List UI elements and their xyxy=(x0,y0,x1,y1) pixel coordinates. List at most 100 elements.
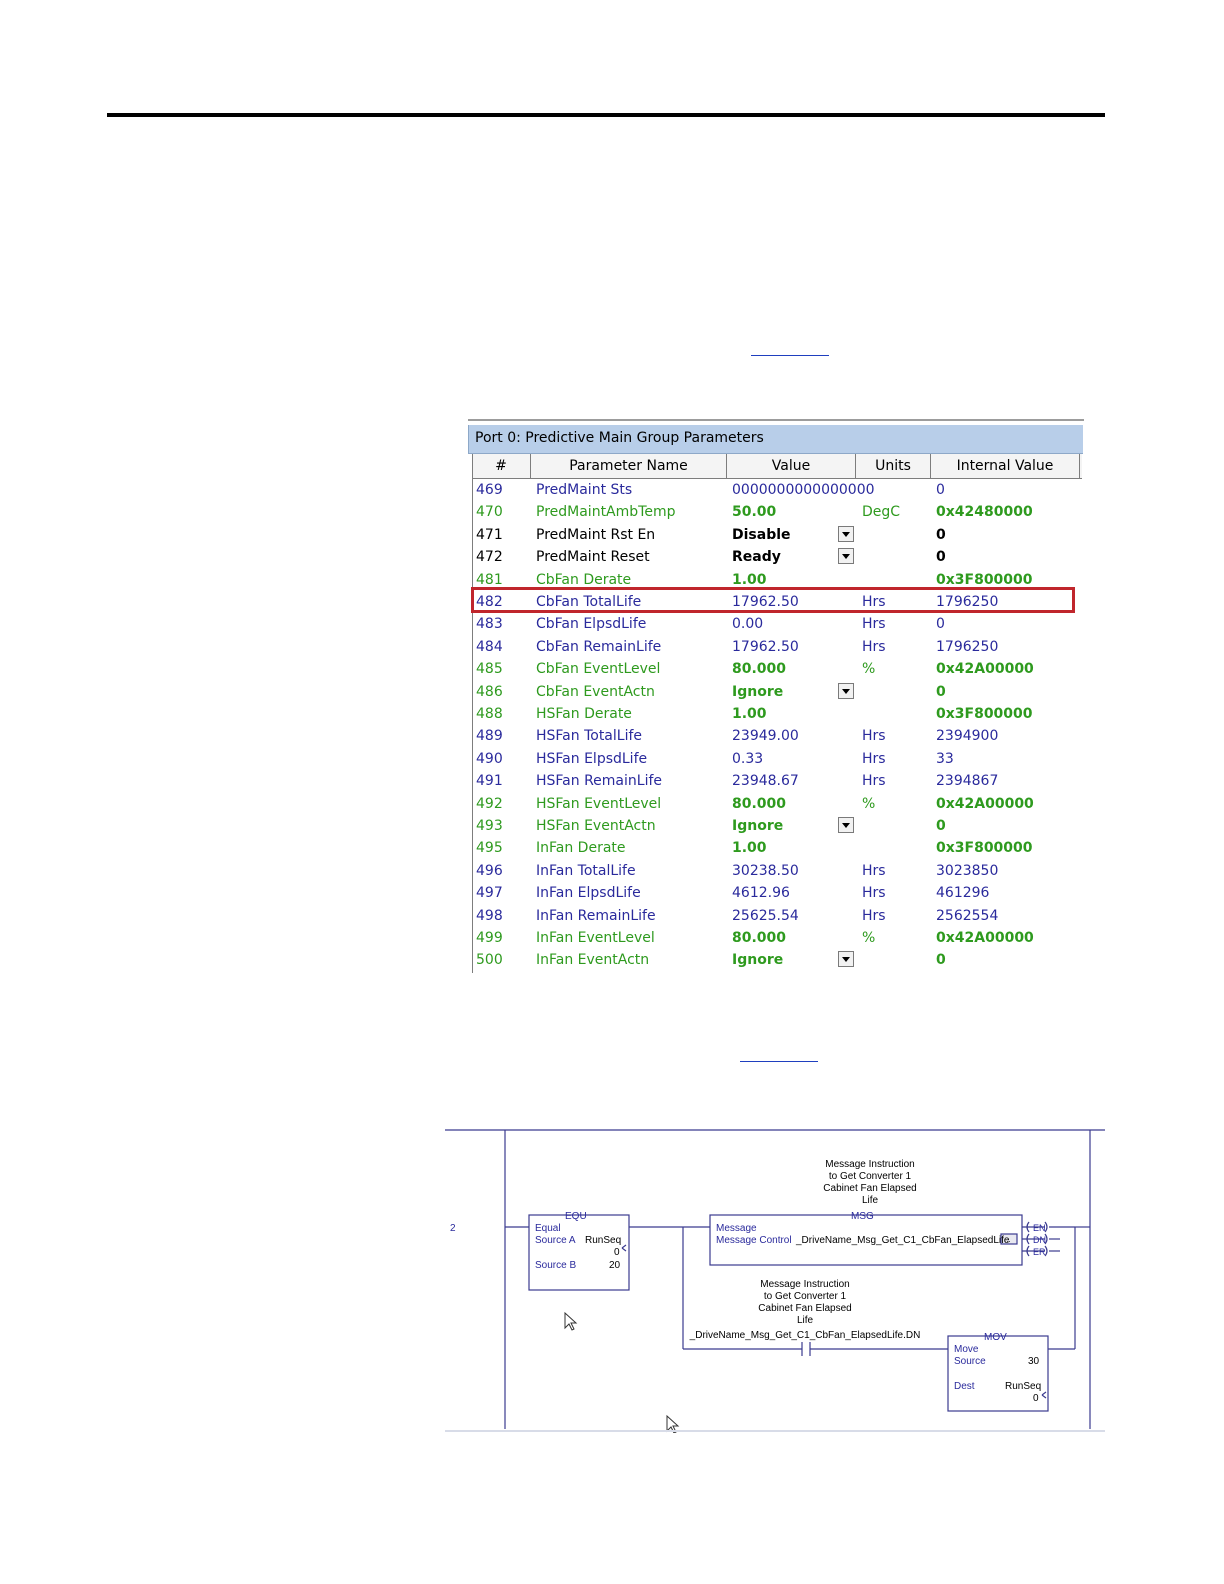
param-number: 497 xyxy=(476,885,503,902)
param-name: HSFan RemainLife xyxy=(536,773,663,790)
param-value: 17962.50 xyxy=(732,638,799,655)
table-row[interactable]: 469 PredMaint Sts 0000000000000000 0 xyxy=(472,479,1082,501)
param-units: Hrs xyxy=(862,750,886,767)
table-row[interactable]: 489 HSFan TotalLife 23949.00 Hrs 2394900 xyxy=(472,725,1082,747)
param-name: CbFan EventActn xyxy=(536,683,655,700)
param-internal-value: 0x42480000 xyxy=(936,504,1033,521)
equ-source-a-value: 0 xyxy=(614,1247,620,1258)
dropdown-arrow-icon[interactable] xyxy=(838,682,854,699)
table-row[interactable]: 488 HSFan Derate 1.00 0x3F800000 xyxy=(472,703,1082,725)
equ-source-a-label: Source A xyxy=(535,1235,576,1246)
msg-control-tag[interactable]: _DriveName_Msg_Get_C1_CbFan_ElapsedLife xyxy=(795,1235,1010,1246)
param-name: InFan Derate xyxy=(536,840,626,857)
ladder-logic-screenshot: 2 EQU Equal Source A RunSeq 0 Source B 2… xyxy=(445,1129,1105,1433)
equ-title: Equal xyxy=(535,1223,561,1234)
param-internal-value: 0 xyxy=(936,952,946,969)
dropdown-arrow-icon[interactable] xyxy=(838,525,854,542)
param-number: 493 xyxy=(476,818,503,834)
param-internal-value: 0x3F800000 xyxy=(936,840,1033,857)
figure-link-underline[interactable] xyxy=(740,1061,818,1062)
param-number: 488 xyxy=(476,706,503,722)
param-name: PredMaint Sts xyxy=(536,482,633,498)
browse-button-label[interactable]: ... xyxy=(1004,1235,1011,1244)
table-row[interactable]: 490 HSFan ElpsdLife 0.33 Hrs 33 xyxy=(472,748,1082,770)
param-units: Hrs xyxy=(862,616,886,633)
table-row[interactable]: 498 InFan RemainLife 25625.54 Hrs 2562554 xyxy=(472,905,1082,927)
param-name: HSFan EventLevel xyxy=(536,795,662,812)
table-row[interactable]: 492 HSFan EventLevel 80.000% 0x42A00000 xyxy=(472,793,1082,815)
table-row[interactable]: 493 HSFan EventActn Ignore 0 xyxy=(472,815,1082,837)
param-number: 483 xyxy=(476,616,503,633)
param-value: 30238.50 xyxy=(732,862,799,879)
param-value: 80.000 xyxy=(732,795,787,812)
param-internal-value: 33 xyxy=(936,750,954,767)
param-name: InFan TotalLife xyxy=(536,862,636,879)
param-value: Ready xyxy=(732,549,781,566)
xic-tag[interactable]: _DriveName_Msg_Get_C1_CbFan_ElapsedLife.… xyxy=(689,1330,921,1341)
column-header-internal-value[interactable]: Internal Value xyxy=(931,454,1080,478)
param-number: 500 xyxy=(476,952,503,969)
param-internal-value: 0x42A00000 xyxy=(936,930,1034,946)
table-row[interactable]: 484 CbFan RemainLife 17962.50 Hrs 1796250 xyxy=(472,636,1082,658)
er-output: ER xyxy=(1033,1247,1046,1257)
table-row[interactable]: 495 InFan Derate 1.00 0x3F800000 xyxy=(472,837,1082,859)
param-number: 495 xyxy=(476,840,503,857)
param-units: % xyxy=(862,930,876,946)
source-a-arrow-icon xyxy=(621,1244,627,1252)
figure-link-underline[interactable] xyxy=(751,355,829,356)
param-units: Hrs xyxy=(862,907,886,924)
mov-source-value: 30 xyxy=(1028,1356,1040,1367)
param-value: 23949.00 xyxy=(732,728,799,745)
table-row[interactable]: 497 InFan ElpsdLife 4612.96 Hrs 461296 xyxy=(472,882,1082,904)
mouse-pointer-icon xyxy=(564,1311,578,1331)
param-units: DegC xyxy=(862,504,901,521)
dropdown-arrow-icon[interactable] xyxy=(838,817,854,833)
column-header-value[interactable]: Value xyxy=(727,454,856,478)
param-internal-value: 0x3F800000 xyxy=(936,706,1033,722)
column-header-units[interactable]: Units xyxy=(856,454,931,478)
param-units: % xyxy=(862,661,876,678)
param-number: 490 xyxy=(476,750,503,767)
param-name: CbFan EventLevel xyxy=(536,661,661,678)
param-number: 485 xyxy=(476,661,503,678)
param-internal-value: 2394867 xyxy=(936,773,999,790)
param-internal-value: 2394900 xyxy=(936,728,999,745)
table-row[interactable]: 471 PredMaint Rst En Disable 0 xyxy=(472,524,1082,546)
table-row[interactable]: 483 CbFan ElpsdLife 0.00 Hrs 0 xyxy=(472,613,1082,635)
param-value: 0.00 xyxy=(732,616,764,633)
mov-dest-tag: RunSeq xyxy=(1005,1381,1041,1392)
table-row[interactable]: 491 HSFan RemainLife 23948.67 Hrs 2394867 xyxy=(472,770,1082,792)
param-value: 80.000 xyxy=(732,930,787,946)
msg-comment-line: Message Instruction xyxy=(825,1159,915,1170)
param-internal-value: 2562554 xyxy=(936,907,999,924)
param-number: 469 xyxy=(476,482,503,498)
param-number: 499 xyxy=(476,930,503,946)
table-row[interactable]: 496 InFan TotalLife 30238.50 Hrs 3023850 xyxy=(472,860,1082,882)
table-row[interactable]: 470 PredMaintAmbTemp 50.00 DegC 0x42480000 xyxy=(472,501,1082,523)
param-internal-value: 0 xyxy=(936,526,946,543)
column-header-number[interactable]: # xyxy=(472,454,531,478)
table-row[interactable]: 472 PredMaint Reset Ready 0 xyxy=(472,546,1082,568)
column-header-parameter-name[interactable]: Parameter Name xyxy=(531,454,727,478)
param-units: Hrs xyxy=(862,885,886,902)
table-row[interactable]: 500 InFan EventActn Ignore 0 xyxy=(472,949,1082,971)
param-value: 4612.96 xyxy=(732,885,790,902)
param-name: HSFan Derate xyxy=(536,706,632,722)
dropdown-arrow-icon[interactable] xyxy=(838,548,854,565)
mov-tag: MOV xyxy=(984,1332,1007,1343)
mov-source-label: Source xyxy=(954,1356,986,1367)
param-number: 470 xyxy=(476,504,503,521)
param-number: 492 xyxy=(476,795,503,812)
table-row[interactable]: 485 CbFan EventLevel 80.000% 0x42A00000 xyxy=(472,658,1082,680)
table-row[interactable]: 499 InFan EventLevel 80.000% 0x42A00000 xyxy=(472,927,1082,949)
param-name: HSFan ElpsdLife xyxy=(536,750,648,767)
table-row[interactable]: 486 CbFan EventActn Ignore 0 xyxy=(472,681,1082,703)
param-value: 1.00 xyxy=(732,706,767,722)
dropdown-arrow-icon[interactable] xyxy=(838,951,854,968)
param-window-title: Port 0: Predictive Main Group Parameters xyxy=(475,430,764,446)
param-number: 486 xyxy=(476,683,503,700)
equ-source-a-tag: RunSeq xyxy=(585,1235,621,1246)
param-number: 471 xyxy=(476,526,503,543)
dn-output: DN xyxy=(1033,1235,1046,1245)
param-internal-value: 0x42A00000 xyxy=(936,661,1034,678)
